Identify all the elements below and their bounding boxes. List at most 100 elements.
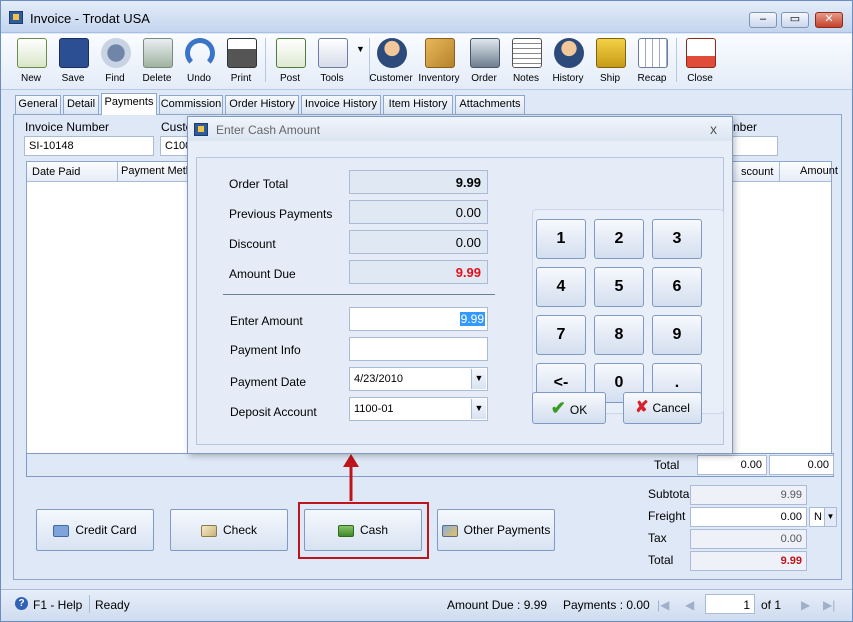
deposit-account-select[interactable]: 1100-01 ▼ (349, 397, 488, 421)
dialog-body: Order Total 9.99 Previous Payments 0.00 … (196, 157, 724, 445)
chevron-down-icon[interactable]: ▼ (471, 369, 486, 389)
printer-icon (227, 38, 257, 68)
check-button[interactable]: Check (170, 509, 288, 551)
key-7[interactable]: 7 (536, 315, 586, 355)
key-1[interactable]: 1 (536, 219, 586, 259)
payment-info-input[interactable] (349, 337, 488, 361)
credit-card-icon (53, 524, 70, 537)
ok-button[interactable]: ✔ OK (532, 392, 606, 424)
cash-button[interactable]: Cash (304, 509, 422, 551)
amount-due-value: 9.99 (349, 260, 488, 284)
inventory-button[interactable]: Inventory (417, 36, 461, 88)
tax-field: 0.00 (690, 529, 807, 549)
red-arrow-icon (343, 454, 359, 501)
payment-method-column-header[interactable]: Payment Metho (117, 162, 198, 181)
new-icon (17, 38, 47, 68)
last-page-icon[interactable]: ▶| (823, 598, 835, 612)
enter-amount-input[interactable]: 9.99 (349, 307, 488, 331)
credit-card-button[interactable]: Credit Card (36, 509, 154, 551)
recycle-bin-icon (143, 38, 173, 68)
tab-commission[interactable]: Commission (159, 95, 223, 114)
tab-item-history[interactable]: Item History (383, 95, 453, 114)
customer-button[interactable]: Customer (369, 36, 413, 88)
title-bar: Invoice - Trodat USA – ▭ ✕ (1, 1, 852, 33)
tab-detail[interactable]: Detail (63, 95, 99, 114)
enter-cash-amount-dialog: Enter Cash Amount x Order Total 9.99 Pre… (187, 116, 733, 454)
toolbar: New Save Find Delete Undo Print Post Too… (1, 34, 852, 90)
other-payments-button[interactable]: Other Payments (437, 509, 555, 551)
close-button[interactable]: Close (678, 36, 722, 88)
order-total-value: 9.99 (349, 170, 488, 194)
key-9[interactable]: 9 (652, 315, 702, 355)
deposit-account-label: Deposit Account (230, 405, 317, 419)
app-icon (9, 11, 23, 24)
status-payments: Payments : 0.00 (563, 598, 650, 612)
dialog-title: Enter Cash Amount (216, 123, 321, 137)
date-paid-column-header[interactable]: Date Paid (32, 166, 80, 178)
maximize-button[interactable]: ▭ (781, 12, 809, 28)
undo-icon (185, 38, 215, 68)
amount-column-header[interactable]: Amount (779, 162, 838, 181)
post-icon (276, 38, 306, 68)
key-4[interactable]: 4 (536, 267, 586, 307)
discount-column-header[interactable]: scount (741, 166, 773, 178)
key-8[interactable]: 8 (594, 315, 644, 355)
key-5[interactable]: 5 (594, 267, 644, 307)
forklift-icon (596, 38, 626, 68)
tab-general[interactable]: General (15, 95, 61, 114)
notes-icon (512, 38, 542, 68)
tax-label: Tax (648, 531, 667, 545)
status-divider (89, 595, 90, 613)
invoice-number-field[interactable]: SI-10148 (24, 136, 154, 156)
previous-payments-value: 0.00 (349, 200, 488, 224)
minimize-button[interactable]: – (749, 12, 777, 28)
number-label: nber (733, 120, 758, 134)
payment-date-picker[interactable]: 4/23/2010 ▼ (349, 367, 488, 391)
dialog-close-icon[interactable]: x (710, 121, 717, 137)
key-3[interactable]: 3 (652, 219, 702, 259)
next-page-icon[interactable]: ▶ (801, 598, 810, 612)
freight-term-select[interactable]: N ▼ (809, 507, 837, 527)
close-window-button[interactable]: ✕ (815, 12, 843, 28)
check-icon (200, 524, 217, 537)
help-text[interactable]: F1 - Help (33, 598, 82, 612)
cash-icon (337, 524, 354, 537)
tab-payments[interactable]: Payments (101, 93, 157, 115)
grid-total-amount: 0.00 (769, 455, 834, 475)
amount-due-label: Amount Due (229, 267, 296, 281)
tools-dropdown-icon[interactable]: ▼ (356, 44, 365, 54)
invoice-number-label: Invoice Number (25, 120, 110, 134)
prev-page-icon[interactable]: ◀ (685, 598, 694, 612)
recap-button[interactable]: Recap (630, 36, 674, 88)
help-icon: ? (15, 597, 28, 610)
first-page-icon[interactable]: |◀ (657, 598, 669, 612)
cancel-button[interactable]: ✘ Cancel (623, 392, 702, 424)
save-icon (59, 38, 89, 68)
print-button[interactable]: Print (219, 36, 263, 88)
subtotal-label: Subtotal (648, 487, 693, 501)
page-of-label: of 1 (761, 598, 782, 612)
total-label: Total (648, 553, 674, 567)
dialog-divider (223, 294, 495, 295)
chevron-down-icon[interactable]: ▼ (471, 399, 486, 419)
tab-order-history[interactable]: Order History (225, 95, 299, 114)
number-field[interactable] (732, 136, 778, 156)
discount-label: Discount (229, 237, 276, 251)
payment-info-label: Payment Info (230, 343, 301, 357)
status-ready: Ready (95, 598, 130, 612)
tab-invoice-history[interactable]: Invoice History (301, 95, 381, 114)
chevron-down-icon[interactable]: ▼ (824, 508, 836, 526)
grid-total-discount: 0.00 (697, 455, 767, 475)
checkmark-icon: ✔ (550, 398, 566, 418)
key-6[interactable]: 6 (652, 267, 702, 307)
customer-icon (377, 38, 407, 68)
tools-button[interactable]: Tools (310, 36, 354, 88)
freight-label: Freight (648, 509, 686, 523)
tab-attachments[interactable]: Attachments (455, 95, 525, 114)
window-title: Invoice - Trodat USA (30, 11, 150, 26)
freight-field[interactable]: 0.00 (690, 507, 807, 527)
page-number-field[interactable]: 1 (705, 594, 755, 614)
key-2[interactable]: 2 (594, 219, 644, 259)
total-field: 9.99 (690, 551, 807, 571)
dialog-app-icon (194, 123, 208, 136)
